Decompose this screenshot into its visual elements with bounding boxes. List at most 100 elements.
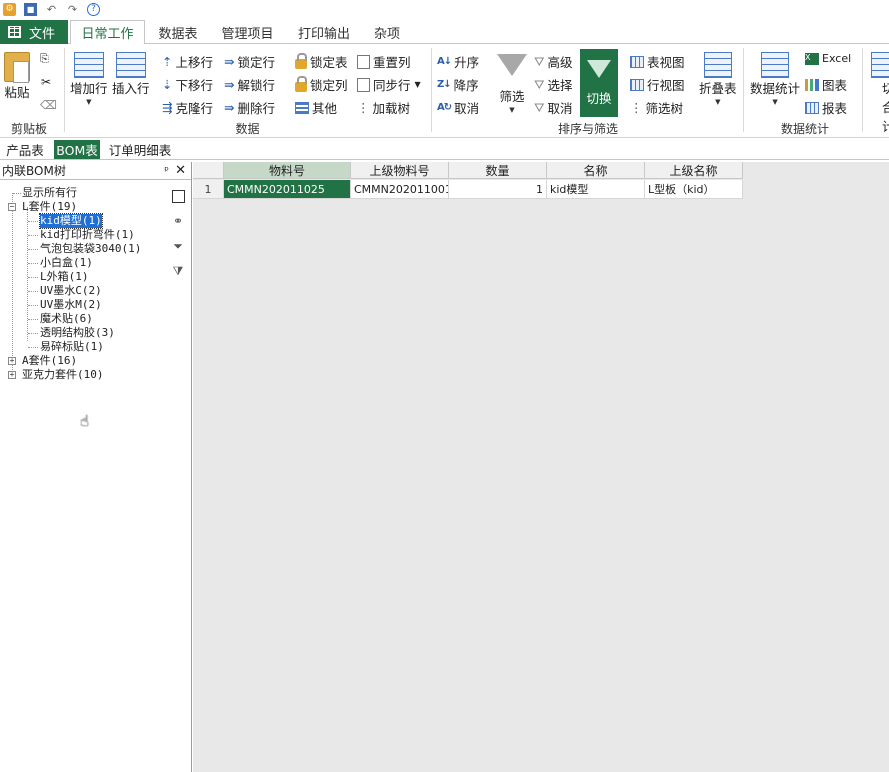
tab-manage-project[interactable]: 管理项目 [215, 20, 280, 44]
tree-item[interactable]: L外箱(1) [0, 270, 165, 284]
lock-table-button[interactable]: 锁定表 [295, 52, 348, 71]
tree-item[interactable]: 透明结构胶(3) [0, 326, 165, 340]
expand-icon[interactable]: + [8, 357, 16, 365]
table-cell[interactable]: CMMN202011025 [224, 180, 351, 199]
tree-icon: ⋮ [357, 100, 370, 115]
paste-button[interactable]: 粘贴 [4, 52, 30, 101]
move-down-icon: ⇣ [162, 77, 173, 92]
column-header[interactable]: 名称 [547, 162, 645, 179]
delete-row-icon: ⇛ [224, 100, 235, 115]
sync-row-button[interactable]: 同步行 ▼ [357, 75, 421, 94]
close-icon[interactable]: ✕ [175, 163, 186, 178]
sort-desc-button[interactable]: Z↓ 降序 [437, 75, 479, 94]
pin-icon[interactable]: ᵖ [164, 164, 169, 177]
lock-row-button[interactable]: ⇛ 锁定行 [224, 52, 275, 71]
add-row-button[interactable]: 增加行 ▼ [70, 52, 108, 106]
funnel-icon [587, 60, 611, 78]
report-button[interactable]: 报表 [805, 98, 847, 117]
reset-column-button[interactable]: 重置列 [357, 52, 411, 71]
other-button[interactable]: 其他 [295, 98, 337, 117]
tab-daily-work[interactable]: 日常工作 [70, 20, 145, 45]
tab-product-table[interactable]: 产品表 [2, 140, 48, 159]
row-header-corner[interactable] [193, 162, 224, 179]
unlock-row-button[interactable]: ⇛ 解锁行 [224, 75, 275, 94]
cancel-filter-button[interactable]: ⛛ 取消 [534, 98, 573, 117]
group-separator [862, 48, 863, 132]
move-down-button[interactable]: ⇣ 下移行 [162, 75, 213, 94]
tree-item[interactable]: 易碎标贴(1) [0, 340, 165, 354]
lock-column-button[interactable]: 锁定列 [295, 75, 348, 94]
tree-item[interactable]: 小白盒(1) [0, 256, 165, 270]
filter-tree-button[interactable]: ⋮ 筛选树 [630, 98, 683, 117]
table-cell[interactable]: L型板（kid） [645, 180, 743, 199]
tab-print-output[interactable]: 打印输出 [290, 20, 358, 44]
save-icon[interactable]: ■ [24, 2, 37, 16]
tree-item-selected[interactable]: kid模型(1) [0, 213, 165, 229]
undo-icon[interactable]: ↶ [45, 3, 58, 16]
tree-item-show-all[interactable]: 显示所有行 [0, 186, 165, 200]
table-cell[interactable]: CMMN202011001 [351, 180, 449, 199]
document-icon [357, 77, 370, 92]
app-icon[interactable]: ⚙ [3, 2, 16, 16]
column-header[interactable]: 数量 [449, 162, 547, 179]
switch-button[interactable]: 切换 [580, 49, 618, 117]
mouse-cursor-icon: ☝ [80, 412, 90, 430]
eraser-icon[interactable]: ⌫ [40, 98, 57, 112]
tab-data-table[interactable]: 数据表 [150, 20, 206, 44]
copy-icon[interactable]: ⎘ [40, 52, 49, 66]
tree-item[interactable]: UV墨水C(2) [0, 284, 165, 298]
file-tab[interactable]: 文件 [0, 20, 68, 44]
chart-button[interactable]: 图表 [805, 75, 847, 94]
delete-row-button[interactable]: ⇛ 删除行 [224, 98, 275, 117]
collapse-icon[interactable]: − [8, 203, 16, 211]
tree-item[interactable]: − L套件(19) [0, 200, 165, 214]
tree-item[interactable]: UV墨水M(2) [0, 298, 165, 312]
sort-cancel-button[interactable]: A↻ 取消 [437, 98, 479, 117]
sort-asc-button[interactable]: A↓ 升序 [437, 52, 479, 71]
column-header[interactable]: 上级名称 [645, 162, 743, 179]
group-separator [431, 48, 432, 132]
tree-item[interactable]: + A套件(16) [0, 354, 165, 368]
tree-item[interactable]: kid打印折弯件(1) [0, 228, 165, 242]
bom-tree-panel: 内联BOM树 ᵖ ✕ 显示所有行 − L套件(19) kid模型(1) kid打印… [0, 162, 192, 772]
table-cell[interactable]: 1 [449, 180, 547, 199]
column-header[interactable]: 物料号 [224, 162, 351, 179]
report-icon [805, 101, 819, 114]
row-view-button[interactable]: 行视图 [630, 75, 685, 94]
redo-icon[interactable]: ↷ [66, 3, 79, 16]
total-button[interactable]: 切 合计 [868, 52, 889, 135]
tree-item[interactable]: 魔术贴(6) [0, 312, 165, 326]
cut-icon[interactable]: ✂ [41, 75, 51, 89]
excel-icon: X [805, 52, 819, 65]
binoculars-icon[interactable]: ⚭ [170, 213, 186, 229]
tree-item[interactable]: + 亚克力套件(10) [0, 368, 165, 382]
filter-button[interactable]: 筛选 ▼ [497, 50, 527, 114]
excel-button[interactable]: X Excel [805, 52, 851, 65]
insert-row-button[interactable]: 插入行 [112, 52, 150, 97]
move-up-button[interactable]: ⇡ 上移行 [162, 52, 213, 71]
funnel-icon[interactable]: ⏷ [170, 238, 186, 254]
table-cell[interactable]: kid模型 [547, 180, 645, 199]
table-row[interactable]: 1 CMMN202011025 CMMN202011001 1 kid模型 L型… [193, 180, 743, 199]
tab-bom-table[interactable]: BOM表 [54, 140, 100, 159]
row-number[interactable]: 1 [193, 180, 224, 199]
tab-misc[interactable]: 杂项 [366, 20, 408, 44]
expand-icon[interactable]: + [8, 371, 16, 379]
fold-table-button[interactable]: 折叠表 ▼ [699, 52, 737, 106]
help-icon[interactable]: ? [87, 2, 100, 16]
data-stats-button[interactable]: 数据统计 ▼ [750, 52, 800, 106]
tab-order-detail[interactable]: 订单明细表 [106, 140, 174, 159]
tree-connector [28, 235, 38, 236]
tree-item[interactable]: 气泡包装袋3040(1) [0, 242, 165, 256]
load-tree-button[interactable]: ⋮ 加载树 [357, 98, 410, 117]
clear-filter-icon[interactable]: ⧩ [170, 263, 186, 279]
table-view-button[interactable]: 表视图 [630, 52, 685, 71]
lock-icon [295, 75, 307, 92]
lock-icon [295, 52, 307, 69]
clone-row-button[interactable]: ⇶ 克隆行 [162, 98, 213, 117]
select-filter-button[interactable]: ⛛ 选择 [534, 75, 573, 94]
advanced-filter-button[interactable]: ⛛ 高级 [534, 52, 573, 71]
sort-desc-icon: Z↓ [437, 79, 452, 90]
show-all-checkbox[interactable] [170, 188, 186, 204]
column-header[interactable]: 上级物料号 [351, 162, 449, 179]
